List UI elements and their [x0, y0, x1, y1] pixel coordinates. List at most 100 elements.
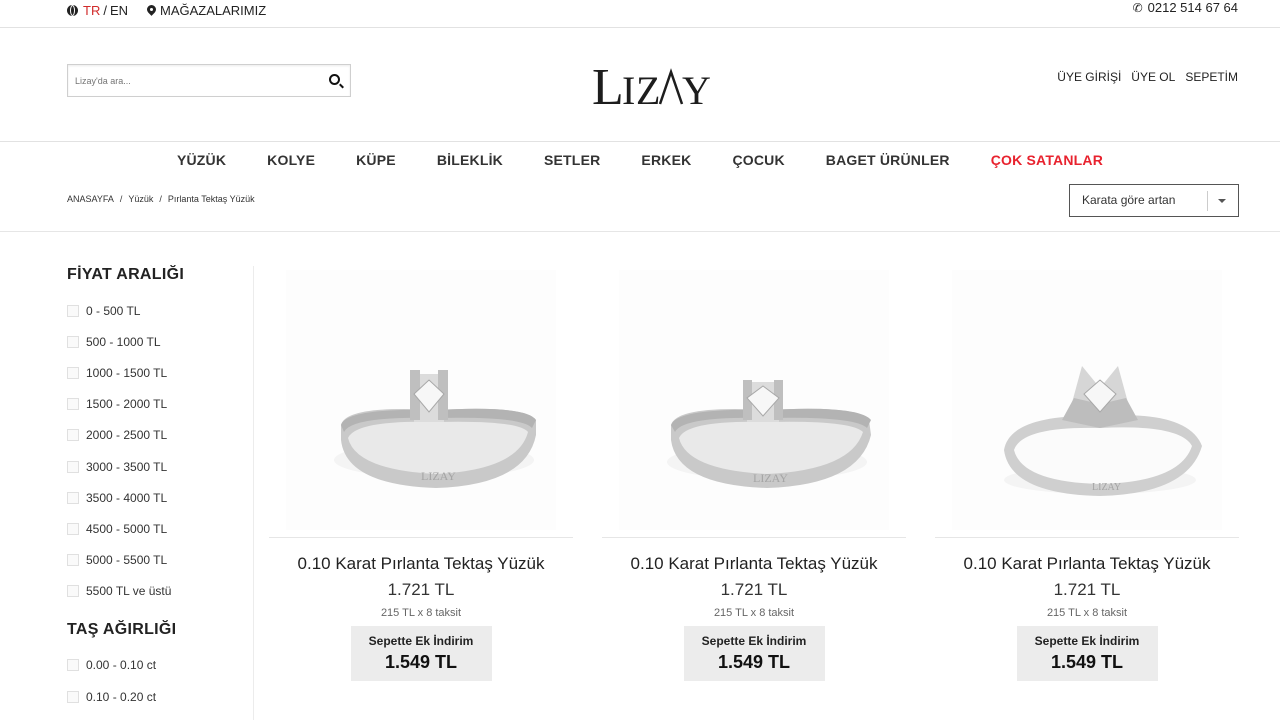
product-name[interactable]: 0.10 Karat Pırlanta Tektaş Yüzük — [935, 554, 1239, 574]
nav-item-bileklik[interactable]: BİLEKLİK — [437, 152, 503, 168]
filter-label: 3500 - 4000 TL — [86, 490, 168, 505]
checkbox[interactable] — [67, 460, 79, 473]
ring-engraving: LIZAY — [753, 471, 788, 485]
svg-text:L: L — [592, 59, 625, 112]
checkbox[interactable] — [67, 366, 79, 379]
discount-label: Sepette Ek İndirim — [368, 634, 474, 648]
checkbox[interactable] — [67, 659, 79, 672]
price-filter-option[interactable]: 5000 - 5500 TL — [67, 545, 247, 576]
nav-item-baget[interactable]: BAGET ÜRÜNLER — [826, 152, 950, 168]
discount-price: 1.549 TL — [717, 652, 791, 672]
user-links: ÜYE GİRİŞİ ÜYE OL SEPETİM — [1057, 70, 1238, 84]
phone-number: 0212 514 67 64 — [1147, 0, 1238, 15]
login-link[interactable]: ÜYE GİRİŞİ — [1057, 70, 1121, 84]
checkbox[interactable] — [67, 690, 79, 703]
price-filter-option[interactable]: 500 - 1000 TL — [67, 326, 247, 357]
ring-icon: LIZAY — [1004, 366, 1202, 496]
product-image[interactable]: LIZAY — [286, 270, 556, 530]
map-pin-icon — [147, 5, 156, 17]
product-image[interactable]: LIZAY — [952, 270, 1222, 530]
checkbox[interactable] — [67, 429, 79, 442]
ring-icon: LIZAY — [667, 380, 871, 488]
product-card[interactable]: LIZAY 0.10 Karat Pırlanta Tektaş Yüzük 1… — [602, 270, 906, 681]
site-logo[interactable]: L I Z Y — [592, 58, 716, 121]
product-card[interactable]: LIZAY 0.10 Karat Pırlanta Tektaş Yüzük 1… — [935, 270, 1239, 681]
nav-item-setler[interactable]: SETLER — [544, 152, 600, 168]
phone-contact[interactable]: ✆ 0212 514 67 64 — [1133, 0, 1238, 15]
product-price: 1.721 TL — [720, 580, 788, 599]
product-installment: 215 TL x 8 taksit — [1046, 607, 1128, 619]
checkbox[interactable] — [67, 398, 79, 411]
breadcrumb-home[interactable]: ANASAYFA — [67, 194, 114, 204]
search-box — [67, 64, 351, 97]
sidebar-divider — [253, 266, 254, 720]
discount-label: Sepette Ek İndirim — [1034, 634, 1140, 648]
nav-item-erkek[interactable]: ERKEK — [641, 152, 691, 168]
register-link[interactable]: ÜYE OL — [1131, 70, 1175, 84]
filter-label: 1500 - 2000 TL — [86, 397, 168, 412]
ring-engraving: LIZAY — [1092, 482, 1121, 493]
price-filter-option[interactable]: 4500 - 5000 TL — [67, 513, 247, 544]
nav-item-kolye[interactable]: KOLYE — [267, 152, 315, 168]
breadcrumb-category[interactable]: Yüzük — [128, 194, 153, 204]
language-switcher: TR / EN — [67, 3, 128, 18]
filter-label: 3000 - 3500 TL — [86, 459, 168, 474]
checkbox[interactable] — [67, 585, 79, 598]
price-filter-option[interactable]: 1500 - 2000 TL — [67, 389, 247, 420]
discount-price: 1.549 TL — [1050, 652, 1124, 672]
product-card[interactable]: LIZAY 0.10 Karat Pırlanta Tektaş Yüzük 1… — [269, 270, 573, 681]
lang-tr-link[interactable]: TR — [83, 3, 100, 18]
filter-label: 1000 - 1500 TL — [86, 365, 168, 380]
search-icon[interactable] — [329, 74, 340, 85]
lang-en-link[interactable]: EN — [110, 3, 128, 18]
checkbox[interactable] — [67, 335, 79, 348]
svg-text:Z: Z — [636, 68, 662, 112]
discount-box: Sepette Ek İndirim 1.549 TL — [1016, 626, 1158, 681]
sort-divider — [1207, 191, 1208, 211]
product-divider — [935, 537, 1239, 538]
price-filter-option[interactable]: 5500 TL ve üstü — [67, 576, 247, 607]
sort-select[interactable]: Karata göre artan — [1069, 184, 1239, 217]
price-filter-title: FİYAT ARALIĞI — [67, 266, 185, 283]
nav-item-kupe[interactable]: KÜPE — [356, 152, 396, 168]
product-image[interactable]: LIZAY — [619, 270, 889, 530]
nav-item-cok-satanlar[interactable]: ÇOK SATANLAR — [991, 152, 1103, 168]
chevron-down-icon — [1218, 199, 1226, 203]
stores-label: MAĞAZALARIMIZ — [160, 3, 267, 18]
product-installment: 215 TL x 8 taksit — [380, 607, 462, 619]
phone-icon: ✆ — [1132, 0, 1143, 15]
filter-label: 0.00 - 0.10 ct — [86, 658, 157, 673]
product-name[interactable]: 0.10 Karat Pırlanta Tektaş Yüzük — [269, 554, 573, 574]
checkbox[interactable] — [67, 554, 79, 567]
search-input[interactable] — [68, 65, 308, 96]
ring-icon: LIZAY — [334, 370, 536, 488]
ring-engraving: LIZAY — [421, 469, 456, 483]
product-divider — [602, 537, 906, 538]
product-installment: 215 TL x 8 taksit — [713, 607, 795, 619]
sort-selected-value: Karata göre artan — [1082, 193, 1176, 207]
breadcrumb: ANASAYFA / Yüzük / Pırlanta Tektaş Yüzük — [67, 194, 255, 204]
nav-item-cocuk[interactable]: ÇOCUK — [732, 152, 784, 168]
product-name[interactable]: 0.10 Karat Pırlanta Tektaş Yüzük — [602, 554, 906, 574]
checkbox[interactable] — [67, 522, 79, 535]
section-divider — [0, 231, 1280, 232]
lizay-logo-icon: L I Z Y — [592, 59, 713, 116]
price-filter-option[interactable]: 0 - 500 TL — [67, 295, 247, 326]
filter-label: 5500 TL ve üstü — [86, 584, 172, 599]
price-filter-option[interactable]: 3000 - 3500 TL — [67, 451, 247, 482]
weight-filter-option[interactable]: 0.10 - 0.20 ct — [67, 681, 247, 712]
stores-link[interactable]: MAĞAZALARIMIZ — [147, 3, 266, 18]
cart-link[interactable]: SEPETİM — [1185, 70, 1238, 84]
svg-text:Y: Y — [682, 68, 713, 112]
weight-filter-option[interactable]: 0.00 - 0.10 ct — [67, 650, 247, 681]
product-price: 1.721 TL — [1053, 580, 1121, 599]
filter-label: 500 - 1000 TL — [86, 334, 161, 349]
top-bar: TR / EN MAĞAZALARIMIZ ✆ 0212 514 67 64 — [0, 0, 1280, 28]
checkbox[interactable] — [67, 491, 79, 504]
product-price: 1.721 TL — [387, 580, 455, 599]
price-filter-option[interactable]: 1000 - 1500 TL — [67, 357, 247, 388]
price-filter-option[interactable]: 2000 - 2500 TL — [67, 420, 247, 451]
price-filter-option[interactable]: 3500 - 4000 TL — [67, 482, 247, 513]
checkbox[interactable] — [67, 304, 79, 317]
nav-item-yuzuk[interactable]: YÜZÜK — [177, 152, 226, 168]
